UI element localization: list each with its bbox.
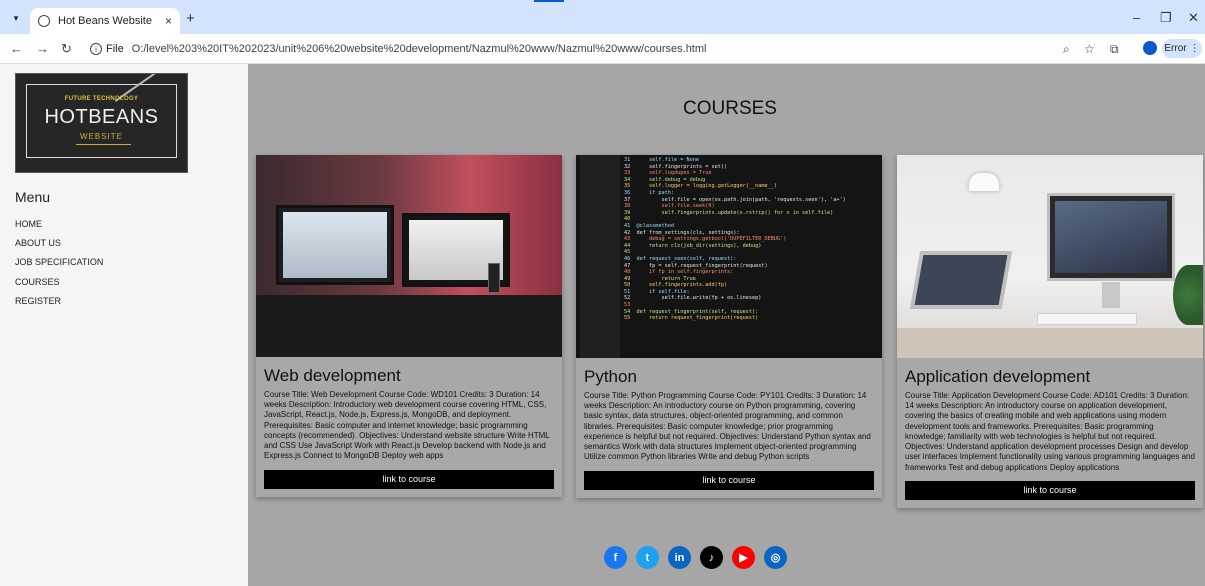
code-line: 40 xyxy=(624,216,631,223)
forward-icon[interactable]: → xyxy=(36,41,49,56)
code-line: 46 def request_seen(self, request): xyxy=(624,255,737,262)
logo-brand: HOTBEANS xyxy=(44,106,159,128)
code-line: 35 self.logger = logging.getLogger(__nam… xyxy=(624,183,778,190)
logo-tagline: FUTURE TECHNOLOGY xyxy=(64,96,139,102)
minimize-icon[interactable]: – xyxy=(1133,10,1140,25)
youtube-icon[interactable]: ▶ xyxy=(732,546,755,569)
laptop xyxy=(909,251,1013,309)
web-development-image xyxy=(256,155,562,357)
facebook-icon[interactable]: f xyxy=(604,546,627,569)
phone xyxy=(488,263,500,293)
code-line: 48 if fp in self.fingerprints: xyxy=(624,269,734,276)
course-card-web-development: Web development Course Title: Web Develo… xyxy=(256,155,562,497)
url-text[interactable]: O:/level%203%20IT%202023/unit%206%20webs… xyxy=(132,43,707,55)
code-line: 44 return cls(job_dir(settings), debug) xyxy=(624,242,762,249)
extensions-icon[interactable]: ⧉ xyxy=(1110,42,1119,57)
bookmark-star-icon[interactable]: ☆ xyxy=(1084,42,1095,56)
desk xyxy=(897,328,1203,358)
code-line: 54 def request_fingerprint(self, request… xyxy=(624,308,759,315)
code-line: 31 self.file = None xyxy=(624,157,699,163)
monitor-left xyxy=(276,205,394,285)
code-line: 37 self.file = open(os.path.join(path, '… xyxy=(624,196,846,203)
plant xyxy=(1173,265,1203,325)
course-title: Web development xyxy=(264,366,401,385)
page-title: COURSES xyxy=(683,98,777,119)
course-title: Application development xyxy=(905,367,1091,386)
file-label: File xyxy=(106,43,124,55)
link-to-course-button[interactable]: link to course xyxy=(905,480,1195,500)
code-line: 41 @classmethod xyxy=(624,222,674,229)
profile-error-button[interactable]: Error ⋮ xyxy=(1162,39,1202,58)
tab-list-icon[interactable]: ▾ xyxy=(8,10,24,26)
reload-icon[interactable]: ↻ xyxy=(61,41,72,57)
link-to-course-button[interactable]: link to course xyxy=(584,470,874,490)
tab-hot-beans[interactable]: Hot Beans Website × xyxy=(30,8,180,34)
lamp xyxy=(969,173,999,191)
url-field[interactable]: i File O:/level%203%20IT%202023/unit%206… xyxy=(84,38,1094,60)
code-line: 38 self.file.seek(0) xyxy=(624,203,715,210)
code-line: 45 xyxy=(624,249,631,256)
twitter-icon[interactable]: t xyxy=(636,546,659,569)
profile-error-label: Error xyxy=(1164,43,1187,54)
monitor-stand xyxy=(1102,282,1120,308)
code-line: 34 self.debug = debug xyxy=(624,176,706,183)
tab-strip-indicator xyxy=(534,0,564,2)
globe-icon xyxy=(38,15,50,27)
info-icon[interactable]: i xyxy=(90,43,102,55)
code-line: 51 if self.file: xyxy=(624,288,690,295)
code-line: 55 return request_fingerprint(request) xyxy=(624,315,759,322)
kebab-menu-icon[interactable]: ⋮ xyxy=(1190,43,1200,54)
link-to-course-button[interactable]: link to course xyxy=(264,469,554,489)
linkedin-icon[interactable]: in xyxy=(668,546,691,569)
sidebar: FUTURE TECHNOLOGY HOTBEANS WEBSITE Menu … xyxy=(0,64,248,586)
menu-item-about-us[interactable]: ABOUT US xyxy=(15,238,61,248)
course-card-application-development: Application development Course Title: Ap… xyxy=(897,155,1203,508)
instagram-icon[interactable]: ◎ xyxy=(764,546,787,569)
code-line: 52 self.file.write(fp + os.linesep) xyxy=(624,295,762,302)
logo-underline xyxy=(76,144,131,145)
menu-item-home[interactable]: HOME xyxy=(15,219,42,229)
hotbeans-logo: FUTURE TECHNOLOGY HOTBEANS WEBSITE xyxy=(15,73,188,173)
course-description: Course Title: Web Development Course Cod… xyxy=(264,390,550,461)
address-bar: ← → ↻ i File O:/level%203%20IT%202023/un… xyxy=(0,34,1205,64)
browser-tab-strip: ▾ Hot Beans Website × + – ❐ ✕ xyxy=(0,0,1205,34)
course-title: Python xyxy=(584,367,637,386)
logo-sub: WEBSITE xyxy=(79,132,123,141)
tab-close-icon[interactable]: × xyxy=(165,14,172,28)
menu-title: Menu xyxy=(15,189,51,205)
new-tab-button[interactable]: + xyxy=(186,10,195,27)
code-line: 43 debug = settings.getbool('DUPEFILTER_… xyxy=(624,236,787,243)
tiktok-icon[interactable]: ♪ xyxy=(700,546,723,569)
code-line: 53 xyxy=(624,302,631,309)
restore-icon[interactable]: ❐ xyxy=(1160,10,1172,26)
code-line: 32 self.fingerprints = set() xyxy=(624,163,728,170)
tab-title: Hot Beans Website xyxy=(58,15,152,27)
code-line: 49 return True xyxy=(624,275,696,282)
code-line: 50 self.fingerprints.add(fp) xyxy=(624,282,728,289)
menu-item-courses[interactable]: COURSES xyxy=(15,277,60,287)
application-development-image xyxy=(897,155,1203,358)
zoom-icon[interactable]: ⌕ xyxy=(1063,42,1070,57)
code-line: 47 fp = self.request_fingerprint(request… xyxy=(624,262,768,269)
desk xyxy=(256,295,562,357)
menu-item-register[interactable]: REGISTER xyxy=(15,296,61,306)
code-line: 39 self.fingerprints.update(x.rstrip() f… xyxy=(624,209,834,216)
code-line: 42 def from_settings(cls, settings): xyxy=(624,229,740,236)
code-line: 36 if path: xyxy=(624,189,674,196)
course-card-python: 31 self.file = None 32 self.fingerprints … xyxy=(576,155,882,498)
code-line: 33 self.logdupes = True xyxy=(624,170,712,177)
menu-item-job-specification[interactable]: JOB SPECIFICATION xyxy=(15,257,103,267)
close-icon[interactable]: ✕ xyxy=(1188,10,1199,26)
keyboard xyxy=(1037,313,1137,325)
profile-icon[interactable] xyxy=(1143,41,1157,55)
desktop-monitor xyxy=(1047,193,1175,281)
python-code-image: 31 self.file = None 32 self.fingerprints … xyxy=(576,155,882,358)
back-icon[interactable]: ← xyxy=(10,41,23,56)
course-description: Course Title: Python Programming Course … xyxy=(584,391,871,462)
course-description: Course Title: Application Development Co… xyxy=(905,391,1195,472)
